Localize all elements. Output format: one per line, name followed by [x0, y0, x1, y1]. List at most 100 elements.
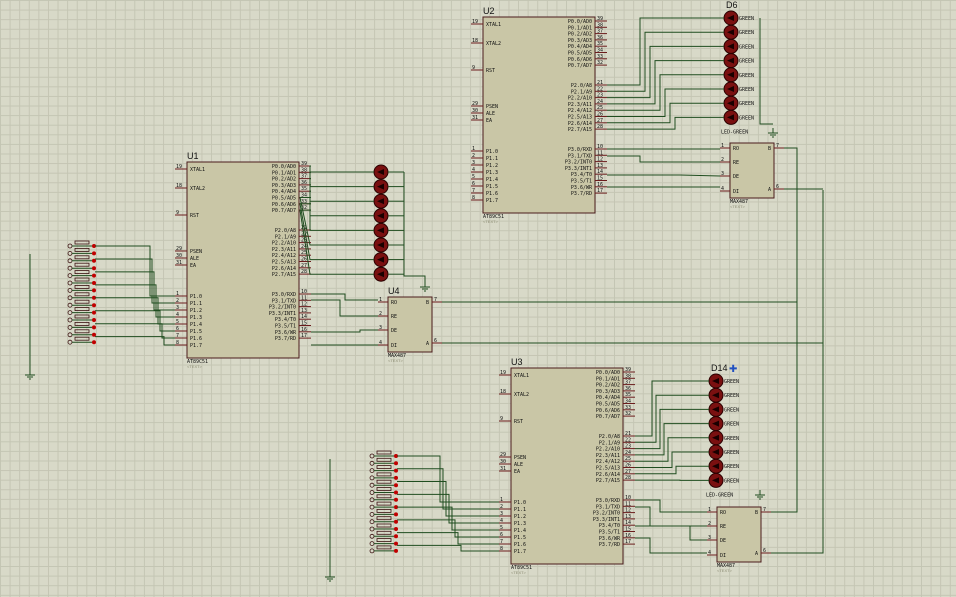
pin-number: 6 [776, 184, 779, 190]
dip-switch-array[interactable] [369, 450, 398, 554]
led[interactable] [373, 252, 389, 268]
led[interactable] [373, 164, 389, 180]
push-switch[interactable] [67, 277, 96, 286]
led[interactable]: GREEN [723, 67, 754, 83]
transceiver-text-placeholder: <TEXT> [730, 204, 746, 209]
push-switch[interactable] [369, 479, 398, 488]
led[interactable]: GREEN [708, 416, 739, 432]
push-switch[interactable] [369, 501, 398, 510]
push-switch[interactable] [369, 472, 398, 481]
led[interactable]: GREEN [708, 387, 739, 403]
led[interactable] [373, 237, 389, 253]
push-switch[interactable] [67, 240, 96, 249]
push-switch[interactable] [67, 255, 96, 264]
pin-number: 6 [434, 338, 437, 344]
dip-switch-array[interactable] [67, 240, 96, 345]
pin-name: P0.1/AD1 [596, 376, 620, 382]
mcu-u3[interactable]: U3AT89C51<TEXT>19 XTAL118 XTAL29 RST29 PSEN3… [499, 357, 635, 575]
led-label: GREEN [739, 59, 754, 65]
led[interactable] [373, 193, 389, 209]
led[interactable]: GREEN [708, 373, 739, 389]
pin-number: 31 [472, 115, 478, 121]
push-switch[interactable] [67, 270, 96, 279]
mcu-u2[interactable]: U2AT89C51<TEXT>19 XTAL118 XTAL29 RST29 PSEN3… [471, 6, 607, 224]
push-switch[interactable] [369, 450, 398, 459]
push-switch[interactable] [369, 545, 398, 554]
led[interactable] [373, 266, 389, 282]
pin-number: 3 [708, 535, 711, 541]
led-array[interactable]: GREEN GREEN GREEN GREEN GREEN GREEN GREEN GREEN… [706, 363, 739, 499]
pin-name: P1.7 [514, 549, 526, 555]
pin-name: DI [391, 343, 397, 349]
pin-name: A [768, 187, 771, 193]
transceiver-u5[interactable]: MAX487<TEXT>1 RO2 RE3 DE4 DI7B6A [720, 142, 784, 209]
pin-name: P1.0 [190, 294, 202, 300]
push-switch[interactable] [369, 508, 398, 517]
pin-number: 7 [472, 188, 475, 194]
pin-name: P0.4/AD4 [568, 44, 592, 50]
pin-number: 37 [625, 380, 631, 386]
pin-number: 11 [597, 150, 603, 156]
led-array[interactable] [373, 164, 389, 282]
transceiver-u4[interactable]: U4MAX487<TEXT>1 RO2 RE3 DE4 DI7B6A [378, 286, 442, 363]
pin-name: P1.4 [486, 177, 498, 183]
pin-number: 9 [472, 65, 475, 71]
led[interactable] [373, 179, 389, 195]
pin-name: P3.5/T1 [275, 324, 296, 330]
pin-number: 39 [625, 367, 631, 373]
pin-number: 4 [472, 167, 475, 173]
push-switch[interactable] [369, 494, 398, 503]
led[interactable]: GREEN [723, 53, 754, 69]
schematic-canvas[interactable]: U1 AT89C51 <TEXT> 19 XTAL1 18 XTAL2 9 RST 29 PSEN 3… [0, 0, 956, 597]
led[interactable]: GREEN [708, 430, 739, 446]
pin-name: P3.2/INT0 [593, 511, 620, 517]
pin-number: 36 [597, 35, 603, 41]
push-switch[interactable] [67, 321, 96, 330]
push-switch[interactable] [67, 329, 96, 338]
mcu-u1[interactable]: U1AT89C51<TEXT>19 XTAL118 XTAL29 RST29 PSEN3… [175, 151, 311, 369]
pin-number: 17 [625, 539, 631, 545]
led[interactable]: GREEN [723, 95, 754, 111]
led[interactable]: GREEN [723, 109, 754, 125]
led[interactable] [373, 222, 389, 238]
led-array[interactable]: GREEN GREEN GREEN GREEN GREEN GREEN GREEN GREEN… [721, 0, 754, 136]
push-switch[interactable] [369, 457, 398, 466]
pin-number: 2 [379, 311, 382, 317]
push-switch[interactable] [369, 530, 398, 539]
led[interactable] [373, 208, 389, 224]
led[interactable]: GREEN [723, 10, 754, 26]
push-switch[interactable] [67, 284, 96, 293]
push-switch[interactable] [67, 299, 96, 308]
led[interactable]: GREEN [723, 24, 754, 40]
transceiver-ref-label: U4 [388, 286, 400, 296]
push-switch[interactable] [369, 538, 398, 546]
push-switch[interactable] [67, 262, 96, 271]
led[interactable]: GREEN [723, 38, 754, 54]
led[interactable]: GREEN [723, 81, 754, 97]
pin-number: 4 [176, 312, 179, 318]
pin-name: XTAL2 [486, 41, 501, 47]
pin-name: P3.7/RD [599, 542, 620, 548]
push-switch[interactable] [67, 292, 96, 301]
led[interactable]: GREEN [708, 458, 739, 474]
pin-name: P2.4/A12 [568, 108, 592, 114]
pin-name: P2.5/A13 [272, 260, 296, 266]
push-switch[interactable] [369, 516, 398, 525]
pin-name: P1.1 [514, 507, 526, 513]
pin-number: 21 [625, 431, 631, 437]
led[interactable]: GREEN [708, 444, 739, 460]
led[interactable]: GREEN [708, 401, 739, 417]
push-switch[interactable] [67, 336, 96, 345]
push-switch[interactable] [369, 523, 398, 532]
pin-number: 28 [301, 269, 307, 275]
push-switch[interactable] [67, 247, 96, 256]
transceiver-u6[interactable]: MAX487<TEXT>1 RO2 RE3 DE4 DI7B6A [707, 506, 771, 573]
pin-name: P3.5/T1 [599, 530, 620, 536]
pin-name: P1.5 [190, 329, 202, 335]
push-switch[interactable] [369, 487, 398, 495]
push-switch[interactable] [369, 465, 398, 474]
push-switch[interactable] [67, 314, 96, 323]
pin-name: P1.3 [486, 170, 498, 176]
push-switch[interactable] [67, 307, 96, 316]
led[interactable]: GREEN [708, 472, 739, 488]
